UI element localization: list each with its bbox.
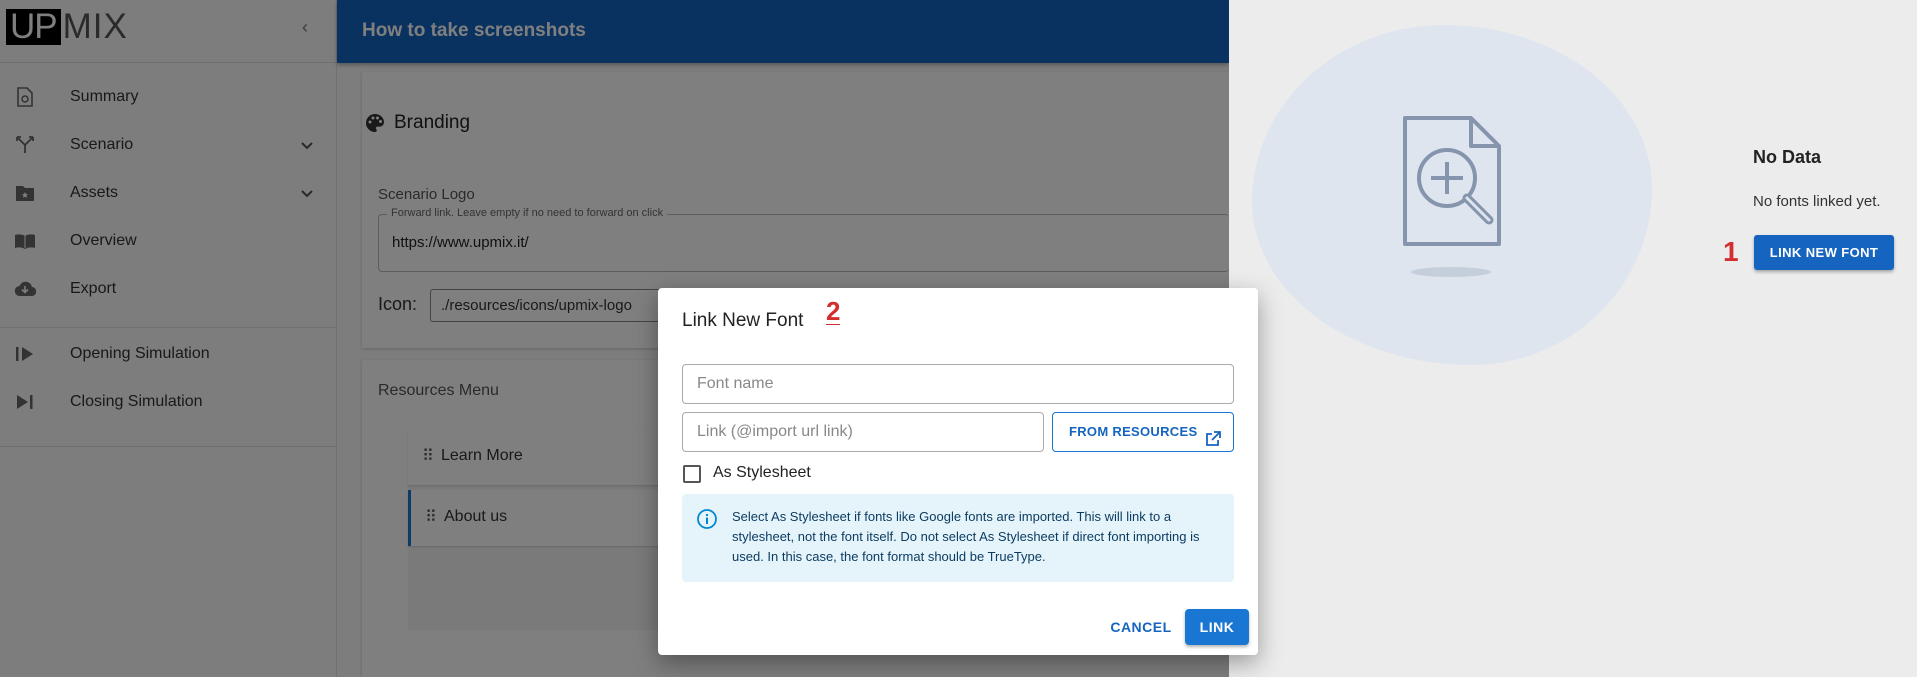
dialog-title: Link New Font <box>682 310 804 331</box>
info-text: Select As Stylesheet if fonts like Googl… <box>732 509 1200 564</box>
link-url-input[interactable]: Link (@import url link) <box>682 412 1044 452</box>
font-name-input[interactable]: Font name <box>682 364 1234 404</box>
no-data-title: No Data <box>1753 147 1822 167</box>
fonts-drawer: No Data No fonts linked yet. 1 LINK NEW … <box>1229 0 1917 677</box>
info-icon <box>696 508 718 530</box>
as-stylesheet-checkbox[interactable] <box>683 465 701 483</box>
info-alert: Select As Stylesheet if fonts like Googl… <box>682 494 1234 582</box>
from-resources-button[interactable]: FROM RESOURCES <box>1052 412 1234 452</box>
link-new-font-button[interactable]: LINK NEW FONT <box>1754 235 1894 270</box>
as-stylesheet-label[interactable]: As Stylesheet <box>713 464 811 482</box>
document-search-icon <box>1399 112 1519 280</box>
step-marker-1: 1 <box>1723 236 1739 267</box>
no-fonts-text: No fonts linked yet. <box>1753 193 1881 210</box>
from-resources-label: FROM RESOURCES <box>1069 424 1198 439</box>
open-in-new-icon <box>1205 424 1221 446</box>
cancel-button[interactable]: CANCEL <box>1108 609 1174 645</box>
step-marker-2: 2 <box>826 296 841 326</box>
link-button[interactable]: LINK <box>1185 609 1249 645</box>
link-new-font-dialog: Link New Font 2 Font name Link (@import … <box>658 288 1258 655</box>
